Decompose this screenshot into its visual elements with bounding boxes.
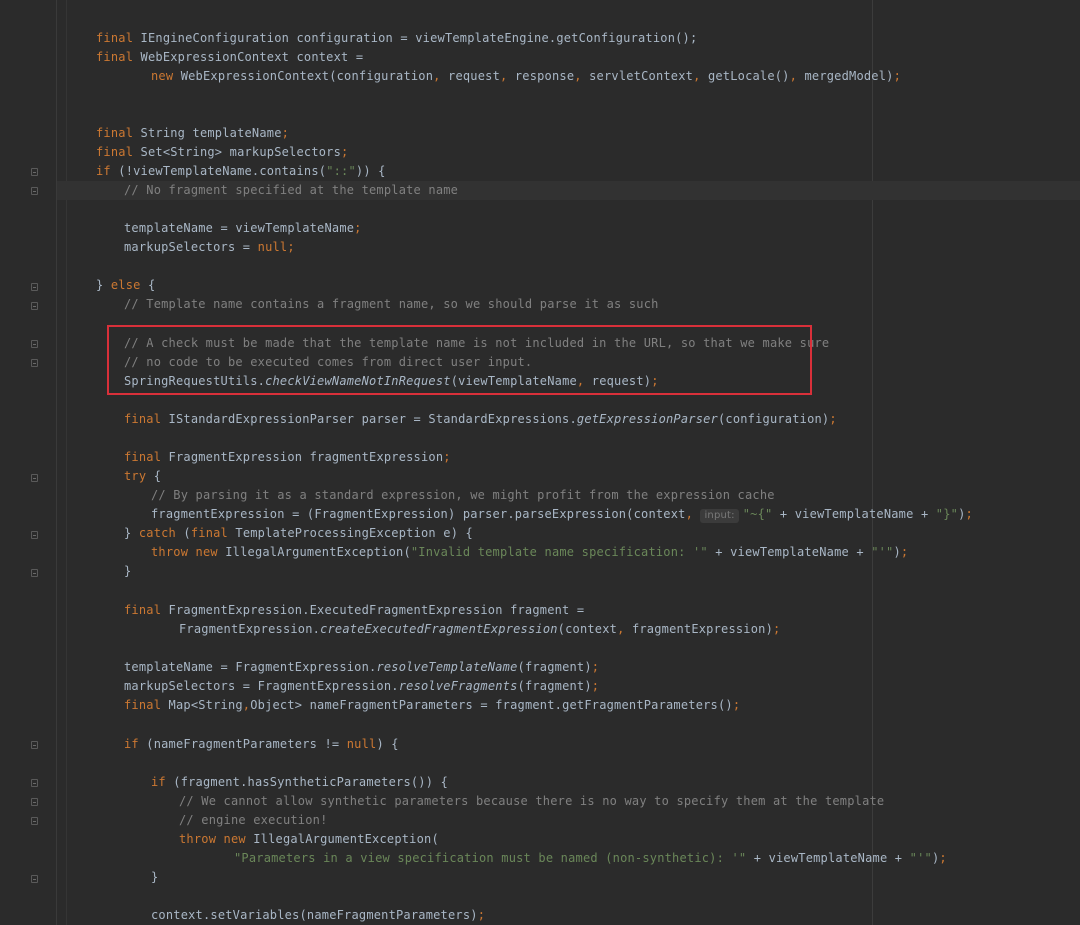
code-line[interactable]: new WebExpressionContext(configuration, … <box>151 67 901 86</box>
fold-icon[interactable] <box>31 283 38 291</box>
code-line[interactable]: FragmentExpression.createExecutedFragmen… <box>179 620 780 639</box>
code-line[interactable]: } <box>124 562 131 581</box>
fold-icon[interactable] <box>31 187 38 195</box>
fold-icon[interactable] <box>31 302 38 310</box>
code-line[interactable]: final Map<String,Object> nameFragmentPar… <box>124 696 740 715</box>
fold-icon[interactable] <box>31 474 38 482</box>
gutter-divider <box>56 0 57 925</box>
code-comment[interactable]: // By parsing it as a standard expressio… <box>151 486 775 505</box>
fold-icon[interactable] <box>31 168 38 176</box>
code-line[interactable]: templateName = viewTemplateName; <box>124 219 362 238</box>
right-margin-guide <box>872 0 873 925</box>
code-line[interactable]: final IEngineConfiguration configuration… <box>96 29 697 48</box>
code-line[interactable]: context.setVariables(nameFragmentParamet… <box>151 906 485 925</box>
fold-icon[interactable] <box>31 875 38 883</box>
code-line[interactable]: final IStandardExpressionParser parser =… <box>124 410 837 429</box>
fold-icon[interactable] <box>31 779 38 787</box>
code-line[interactable]: if (!viewTemplateName.contains("::")) { <box>96 162 386 181</box>
code-line[interactable]: if (nameFragmentParameters != null) { <box>124 735 399 754</box>
code-line[interactable]: throw new IllegalArgumentException( <box>179 830 439 849</box>
code-line[interactable]: } else { <box>96 276 155 295</box>
fold-icon[interactable] <box>31 798 38 806</box>
fold-icon[interactable] <box>31 340 38 348</box>
code-editor[interactable]: final IEngineConfiguration configuration… <box>0 0 1080 925</box>
code-line[interactable]: } catch (final TemplateProcessingExcepti… <box>124 524 473 543</box>
fold-icon[interactable] <box>31 359 38 367</box>
fold-icon[interactable] <box>31 531 38 539</box>
parameter-hint: input: <box>700 509 739 523</box>
code-line[interactable]: final String templateName; <box>96 124 289 143</box>
code-comment[interactable]: // No fragment specified at the template… <box>124 181 458 200</box>
code-line[interactable]: markupSelectors = null; <box>124 238 295 257</box>
code-line[interactable]: markupSelectors = FragmentExpression.res… <box>124 677 599 696</box>
fold-icon[interactable] <box>31 741 38 749</box>
code-line[interactable]: final Set<String> markupSelectors; <box>96 143 348 162</box>
indent-guide <box>66 0 67 925</box>
code-line[interactable]: } <box>151 868 158 887</box>
fold-icon[interactable] <box>31 569 38 577</box>
editor-gutter[interactable] <box>0 0 56 925</box>
code-line[interactable]: "Parameters in a view specification must… <box>234 849 947 868</box>
code-comment[interactable]: // We cannot allow synthetic parameters … <box>179 792 884 811</box>
code-line[interactable]: if (fragment.hasSyntheticParameters()) { <box>151 773 448 792</box>
code-line[interactable]: fragmentExpression = (FragmentExpression… <box>151 505 973 524</box>
highlight-box <box>107 325 812 395</box>
code-line[interactable]: try { <box>124 467 161 486</box>
code-line[interactable]: throw new IllegalArgumentException("Inva… <box>151 543 908 562</box>
code-comment[interactable]: // engine execution! <box>179 811 328 830</box>
code-comment[interactable]: // Template name contains a fragment nam… <box>124 295 659 314</box>
code-line[interactable]: templateName = FragmentExpression.resolv… <box>124 658 599 677</box>
fold-icon[interactable] <box>31 817 38 825</box>
code-line[interactable]: final FragmentExpression.ExecutedFragmen… <box>124 601 584 620</box>
code-line[interactable]: final WebExpressionContext context = <box>96 48 363 67</box>
code-line[interactable]: final FragmentExpression fragmentExpress… <box>124 448 451 467</box>
